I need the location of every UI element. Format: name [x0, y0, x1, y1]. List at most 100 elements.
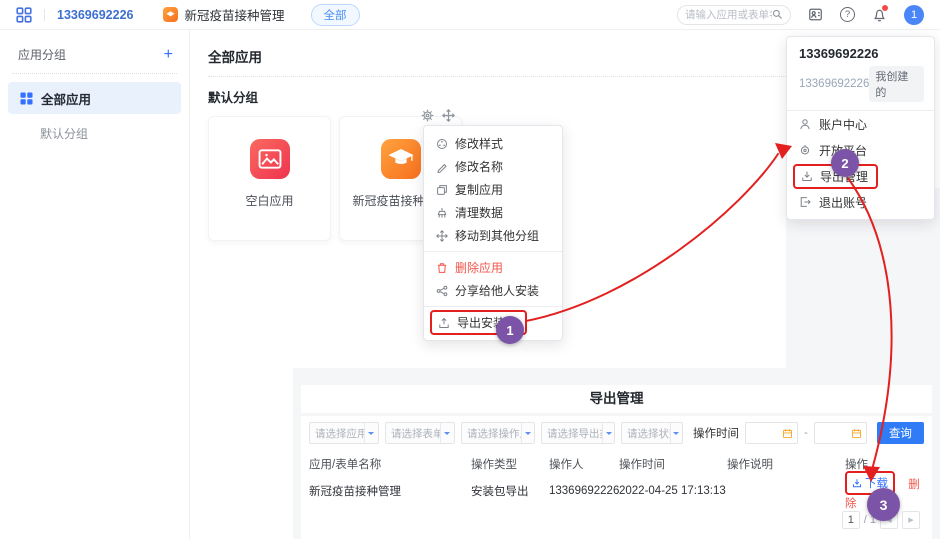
- filter-select-export-type[interactable]: 请选择导出类型: [541, 422, 615, 444]
- app-settings-gear-icon[interactable]: [421, 109, 434, 122]
- app-window: 13369692226 新冠疫苗接种管理 全部: [0, 0, 940, 539]
- created-by-me-badge: 我创建的: [869, 66, 924, 102]
- share-icon: [436, 285, 448, 297]
- menu-item-export-management[interactable]: 导出管理: [787, 163, 934, 189]
- blank-app-icon: [250, 139, 290, 179]
- menu-divider: [424, 306, 562, 307]
- sidebar-item-all-apps[interactable]: 全部应用: [8, 82, 181, 114]
- cell-operator: 13369692226: [549, 485, 619, 497]
- filter-select-operator[interactable]: 请选择操作人: [461, 422, 535, 444]
- filter-placeholder: 请选择表单: [391, 426, 440, 441]
- page-total: / 1: [864, 514, 876, 526]
- person-icon: [799, 118, 811, 130]
- broom-icon: [436, 207, 448, 219]
- topbar-account-id[interactable]: 13369692226: [57, 8, 133, 22]
- prev-page-button[interactable]: ◀: [880, 511, 898, 529]
- contacts-icon[interactable]: [808, 7, 823, 22]
- download-link[interactable]: 下载: [852, 475, 888, 491]
- menu-item-clean-data[interactable]: 清理数据: [424, 201, 562, 224]
- filter-select-form[interactable]: 请选择表单: [385, 422, 455, 444]
- download-label: 下载: [865, 475, 888, 491]
- export-package-icon: [438, 317, 450, 329]
- app-card-label: 空白应用: [245, 192, 293, 209]
- user-avatar[interactable]: 1: [904, 5, 924, 25]
- annotation-box-2: 导出管理: [793, 164, 878, 189]
- filter-placeholder: 请选择应用: [315, 426, 364, 441]
- app-grid-logo-icon[interactable]: [16, 7, 32, 23]
- chevron-down-icon: [364, 423, 378, 443]
- menu-item-share-install[interactable]: 分享给他人安装: [424, 279, 562, 302]
- table-row: 新冠疫苗接种管理 安装包导出 13369692226 2022-04-25 17…: [301, 476, 932, 506]
- vaccine-app-icon: [381, 139, 421, 179]
- trash-icon: [436, 262, 448, 274]
- filter-select-app[interactable]: 请选择应用: [309, 422, 379, 444]
- export-management-icon: [801, 170, 813, 182]
- notification-bell-icon[interactable]: [872, 7, 887, 22]
- date-start-input[interactable]: [745, 422, 798, 444]
- export-management-panel: 导出管理 请选择应用 请选择表单 请选择操作人 请选择导出类型: [293, 368, 940, 539]
- table-header-row: 应用/表单名称 操作类型 操作人 操作时间 操作说明 操作: [301, 452, 932, 476]
- col-header-name: 应用/表单名称: [309, 456, 471, 472]
- date-end-input[interactable]: [814, 422, 867, 444]
- menu-item-label: 开放平台: [819, 142, 867, 159]
- app-card-blank[interactable]: 空白应用: [208, 116, 331, 241]
- menu-item-account-center[interactable]: 账户中心: [787, 111, 934, 137]
- cell-op-time: 2022-04-25 17:13:13: [619, 485, 727, 497]
- cell-op-type: 安装包导出: [471, 483, 549, 499]
- pagination: 1 / 1 ◀ ▶: [301, 511, 932, 529]
- topbar-app-tab[interactable]: 新冠疫苗接种管理: [163, 5, 284, 24]
- cell-name: 新冠疫苗接种管理: [309, 483, 471, 499]
- add-group-button[interactable]: +: [164, 48, 173, 62]
- menu-item-label: 清理数据: [455, 204, 503, 221]
- menu-item-logout[interactable]: 退出账号: [787, 189, 934, 215]
- chevron-down-icon: [670, 423, 682, 443]
- app-move-icon[interactable]: [442, 109, 455, 122]
- open-platform-icon: [799, 144, 811, 156]
- filter-placeholder: 请选择状态: [627, 426, 670, 441]
- chevron-down-icon: [440, 423, 454, 443]
- app-context-menu: 修改样式 修改名称 复制应用 清理数据: [423, 125, 563, 341]
- menu-item-label: 导出安装包: [457, 314, 517, 331]
- vaccine-app-mini-icon: [163, 7, 178, 22]
- menu-item-open-platform[interactable]: 开放平台: [787, 137, 934, 163]
- search-input[interactable]: [685, 9, 772, 21]
- filter-select-status[interactable]: 请选择状态: [621, 422, 683, 444]
- menu-item-export-package[interactable]: 导出安装包: [424, 311, 562, 334]
- scope-all-pill[interactable]: 全部: [311, 4, 360, 26]
- next-page-button[interactable]: ▶: [902, 511, 920, 529]
- download-icon: [852, 478, 862, 488]
- topbar-divider: [44, 9, 45, 21]
- menu-item-label: 删除应用: [455, 259, 503, 276]
- calendar-icon: [782, 428, 793, 439]
- sidebar-item-default-group[interactable]: 默认分组: [0, 120, 189, 148]
- export-panel-content: 请选择应用 请选择表单 请选择操作人 请选择导出类型 请选择状态: [301, 416, 932, 539]
- logout-icon: [799, 196, 811, 208]
- menu-item-label: 账户中心: [819, 116, 867, 133]
- menu-item-delete-app[interactable]: 删除应用: [424, 256, 562, 279]
- filter-placeholder: 请选择操作人: [467, 426, 521, 441]
- menu-item-label: 修改名称: [455, 158, 503, 175]
- export-panel-title: 导出管理: [301, 385, 932, 413]
- pencil-icon: [436, 161, 448, 173]
- topbar-app-tab-label: 新冠疫苗接种管理: [184, 5, 284, 24]
- filter-placeholder: 请选择导出类型: [547, 426, 602, 441]
- user-menu-subtitle: 13369692226: [799, 78, 869, 90]
- search-box[interactable]: [677, 5, 791, 25]
- menu-item-label: 导出管理: [820, 168, 868, 185]
- menu-item-edit-style[interactable]: 修改样式: [424, 132, 562, 155]
- menu-item-rename[interactable]: 修改名称: [424, 155, 562, 178]
- operation-time-label: 操作时间: [693, 425, 739, 441]
- col-header-op-type: 操作类型: [471, 456, 549, 472]
- annotation-box-3: 下载: [845, 471, 895, 495]
- help-icon[interactable]: ?: [840, 7, 855, 22]
- menu-item-label: 移动到其他分组: [455, 227, 539, 244]
- col-header-actions: 操作: [845, 456, 924, 472]
- annotation-box-1: 导出安装包: [430, 310, 527, 335]
- chevron-down-icon: [602, 423, 614, 443]
- page-number-box[interactable]: 1: [842, 511, 860, 529]
- notification-badge: [882, 5, 888, 11]
- move-icon: [436, 230, 448, 242]
- query-button[interactable]: 查询: [877, 422, 924, 444]
- menu-item-copy-app[interactable]: 复制应用: [424, 178, 562, 201]
- menu-item-move-group[interactable]: 移动到其他分组: [424, 224, 562, 247]
